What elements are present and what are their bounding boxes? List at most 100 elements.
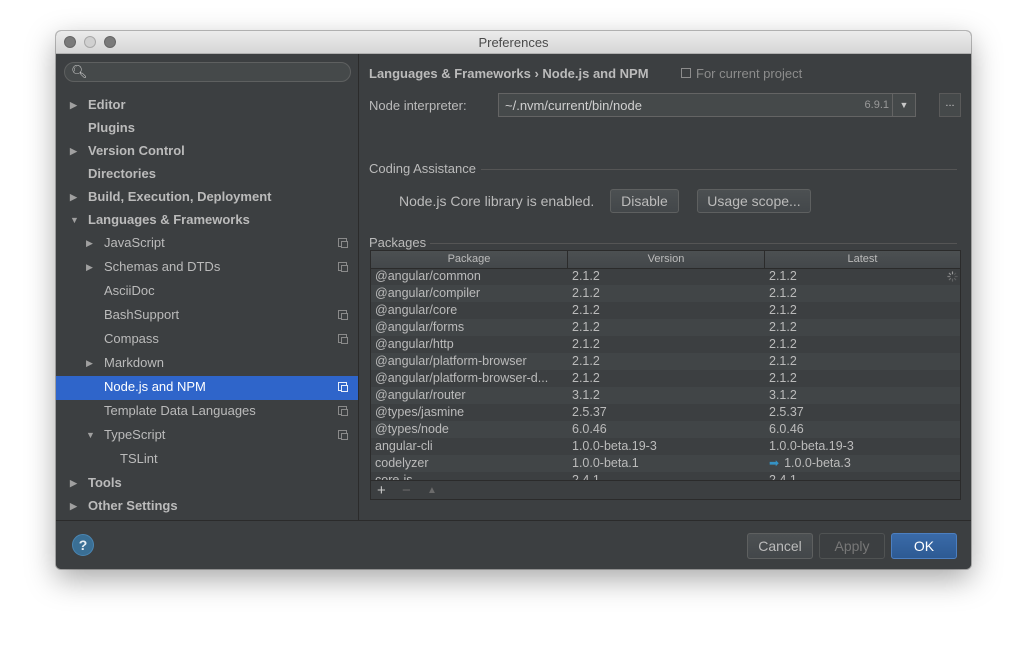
disable-button[interactable]: Disable bbox=[610, 189, 679, 213]
table-row[interactable]: angular-cli 1.0.0-beta.19-3 1.0.0-beta.19-… bbox=[371, 438, 960, 455]
chevron-down-icon[interactable]: ▼ bbox=[86, 424, 95, 446]
sidebar-item-version-control[interactable]: ▶ Version Control bbox=[56, 140, 358, 164]
table-row[interactable]: @types/jasmine 2.5.37 2.5.37 bbox=[371, 404, 960, 421]
sidebar-item-compass[interactable]: Compass bbox=[56, 328, 358, 352]
sidebar-item-bashsupport[interactable]: BashSupport bbox=[56, 304, 358, 328]
sidebar-item-label: Build, Execution, Deployment bbox=[88, 189, 272, 204]
sidebar-item-directories[interactable]: Directories bbox=[56, 163, 358, 187]
package-name: @angular/forms bbox=[375, 320, 465, 334]
table-row[interactable]: @types/node 6.0.46 6.0.46 bbox=[371, 421, 960, 438]
add-package-button[interactable]: + bbox=[377, 482, 386, 499]
sidebar-item-plugins[interactable]: Plugins bbox=[56, 117, 358, 141]
sidebar-item-label: Tools bbox=[88, 475, 122, 490]
package-latest: 2.5.37 bbox=[769, 404, 939, 421]
sidebar-item-label: AsciiDoc bbox=[104, 283, 155, 298]
packages-title: Packages bbox=[369, 235, 427, 250]
node-interpreter-combo[interactable]: ~/.nvm/current/bin/node 6.9.1 ▼ bbox=[498, 93, 916, 117]
column-header-latest[interactable]: Latest bbox=[765, 251, 960, 268]
table-row[interactable]: @angular/platform-browser 2.1.2 2.1.2 bbox=[371, 353, 960, 370]
chevron-right-icon[interactable]: ▶ bbox=[86, 232, 93, 254]
sidebar-item-schemas-and-dtds[interactable]: ▶ Schemas and DTDs bbox=[56, 256, 358, 280]
settings-sidebar: 🔍︎ ▶ Editor Plugins ▶ Version Control Directo… bbox=[56, 54, 359, 520]
table-row[interactable]: @angular/compiler 2.1.2 2.1.2 bbox=[371, 285, 960, 302]
chevron-right-icon[interactable]: ▶ bbox=[70, 186, 77, 208]
column-header-version[interactable]: Version bbox=[568, 251, 765, 268]
search-icon: 🔍︎ bbox=[71, 64, 88, 79]
package-name: angular-cli bbox=[375, 439, 433, 453]
package-name: codelyzer bbox=[375, 456, 429, 470]
sidebar-item-tslint[interactable]: TSLint bbox=[56, 448, 358, 472]
package-version: 2.1.2 bbox=[572, 303, 600, 317]
cancel-button[interactable]: Cancel bbox=[747, 533, 813, 559]
chevron-down-icon[interactable]: ▼ bbox=[892, 94, 915, 116]
table-row[interactable]: @angular/common 2.1.2 2.1.2 bbox=[371, 268, 960, 285]
chevron-down-icon[interactable]: ▼ bbox=[70, 209, 79, 231]
sidebar-item-node-js-and-npm[interactable]: Node.js and NPM bbox=[56, 376, 358, 400]
latest-version-text: 1.0.0-beta.3 bbox=[784, 456, 851, 470]
packages-toolbar: + − ▲ bbox=[371, 480, 960, 499]
sidebar-item-label: Node.js and NPM bbox=[104, 379, 206, 394]
package-latest: 2.1.2 bbox=[769, 285, 939, 302]
remove-package-button[interactable]: − bbox=[402, 482, 411, 499]
section-divider bbox=[481, 169, 957, 170]
sidebar-item-markdown[interactable]: ▶ Markdown bbox=[56, 352, 358, 376]
dialog-footer: ? Cancel Apply OK bbox=[56, 520, 971, 569]
node-version: 6.9.1 bbox=[864, 99, 889, 111]
chevron-right-icon[interactable]: ▶ bbox=[70, 140, 77, 162]
browse-interpreter-button[interactable]: ... bbox=[939, 93, 961, 117]
apply-button[interactable]: Apply bbox=[819, 533, 885, 559]
packages-table: Package Version Latest jasmine-core2.4.1… bbox=[370, 250, 961, 500]
upgrade-package-button[interactable]: ▲ bbox=[427, 485, 437, 496]
sidebar-item-tools[interactable]: ▶ Tools bbox=[56, 472, 358, 496]
sidebar-item-javascript[interactable]: ▶ JavaScript bbox=[56, 232, 358, 256]
sidebar-item-typescript[interactable]: ▼ TypeScript bbox=[56, 424, 358, 448]
sidebar-item-other-settings[interactable]: ▶ Other Settings bbox=[56, 495, 358, 519]
chevron-right-icon[interactable]: ▶ bbox=[86, 352, 93, 374]
table-row[interactable]: @angular/forms 2.1.2 2.1.2 bbox=[371, 319, 960, 336]
ok-button[interactable]: OK bbox=[891, 533, 957, 559]
chevron-right-icon[interactable]: ▶ bbox=[70, 94, 77, 116]
sidebar-item-template-data-languages[interactable]: Template Data Languages bbox=[56, 400, 358, 424]
chevron-right-icon[interactable]: ▶ bbox=[86, 256, 93, 278]
chevron-right-icon[interactable]: ▶ bbox=[70, 472, 77, 494]
usage-scope-button[interactable]: Usage scope... bbox=[697, 189, 811, 213]
title-bar: Preferences bbox=[56, 31, 971, 54]
section-divider bbox=[430, 243, 957, 244]
update-available-icon: ➡ bbox=[769, 456, 780, 470]
table-row[interactable]: @angular/http 2.1.2 2.1.2 bbox=[371, 336, 960, 353]
sidebar-item-label: Editor bbox=[88, 97, 126, 112]
package-name: @types/jasmine bbox=[375, 405, 465, 419]
package-version: 2.1.2 bbox=[572, 371, 600, 385]
table-row[interactable]: codelyzer 1.0.0-beta.1 ➡ 1.0.0-beta.3 bbox=[371, 455, 960, 472]
package-name: @angular/http bbox=[375, 337, 454, 351]
package-version: 2.1.2 bbox=[572, 269, 600, 283]
package-version: 2.1.2 bbox=[572, 286, 600, 300]
column-header-package[interactable]: Package bbox=[371, 251, 568, 268]
package-latest: 2.1.2 bbox=[769, 319, 939, 336]
sidebar-item-label: Markdown bbox=[104, 355, 164, 370]
scope-note: For current project bbox=[681, 66, 802, 81]
project-scope-icon bbox=[338, 382, 348, 392]
sidebar-item-editor[interactable]: ▶ Editor bbox=[56, 94, 358, 118]
table-row[interactable]: @angular/router 3.1.2 3.1.2 bbox=[371, 387, 960, 404]
sidebar-item-build-execution-deployment[interactable]: ▶ Build, Execution, Deployment bbox=[56, 186, 358, 210]
sidebar-item-asciidoc[interactable]: AsciiDoc bbox=[56, 280, 358, 304]
settings-search-input[interactable]: 🔍︎ bbox=[64, 62, 351, 82]
latest-version-text: 6.0.46 bbox=[769, 422, 804, 436]
table-row[interactable]: @angular/platform-browser-d... 2.1.2 2.1.2 bbox=[371, 370, 960, 387]
project-scope-icon bbox=[681, 68, 691, 78]
sidebar-item-label: Schemas and DTDs bbox=[104, 259, 221, 274]
package-version: 2.5.37 bbox=[572, 405, 607, 419]
sidebar-item-label: Plugins bbox=[88, 120, 135, 135]
latest-version-text: 2.5.37 bbox=[769, 405, 804, 419]
package-name: @angular/compiler bbox=[375, 286, 481, 300]
package-version: 6.0.46 bbox=[572, 422, 607, 436]
help-icon[interactable]: ? bbox=[72, 534, 94, 556]
sidebar-item-languages-frameworks[interactable]: ▼ Languages & Frameworks bbox=[56, 209, 358, 233]
package-name: @angular/core bbox=[375, 303, 458, 317]
package-version: 1.0.0-beta.19-3 bbox=[572, 439, 657, 453]
table-row[interactable]: @angular/core 2.1.2 2.1.2 bbox=[371, 302, 960, 319]
project-scope-icon bbox=[338, 262, 348, 272]
chevron-right-icon[interactable]: ▶ bbox=[70, 495, 77, 517]
package-latest: 2.1.2 bbox=[769, 353, 939, 370]
